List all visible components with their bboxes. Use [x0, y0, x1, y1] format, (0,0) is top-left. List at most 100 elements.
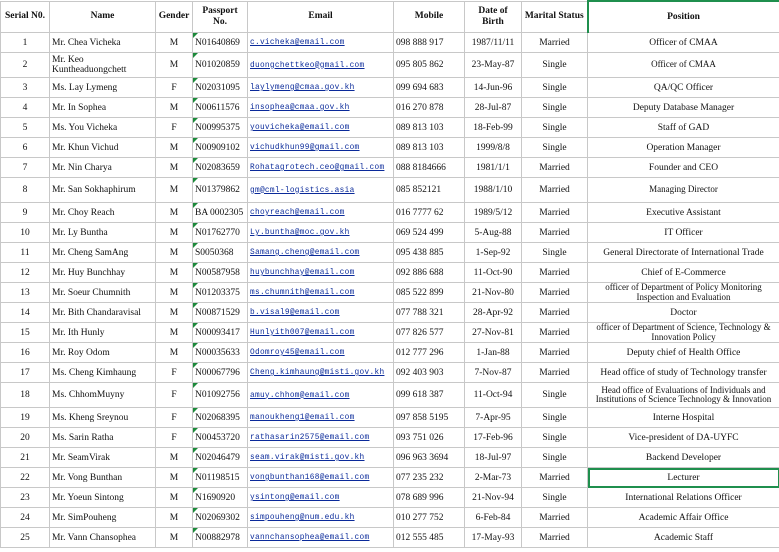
cell-gender[interactable]: M — [155, 52, 193, 78]
cell-name[interactable]: Mr. Nin Charya — [49, 157, 156, 178]
email-link[interactable]: b.visal9@email.com — [250, 309, 340, 317]
cell-mobile[interactable]: 095 438 885 — [393, 242, 465, 263]
cell-name[interactable]: Ms. You Vicheka — [49, 117, 156, 138]
cell-dob[interactable]: 1988/1/10 — [464, 177, 522, 203]
cell-gender[interactable]: F — [155, 427, 193, 448]
cell-gender[interactable]: M — [155, 262, 193, 283]
cell-marital[interactable]: Single — [521, 97, 588, 118]
cell-position[interactable]: International Relations Officer — [587, 487, 779, 508]
email-link[interactable]: Samang.cheng@email.com — [250, 249, 360, 257]
cell-serial[interactable]: 17 — [0, 362, 50, 383]
cell-position[interactable]: Operation Manager — [587, 137, 779, 158]
cell-name[interactable]: Mr. Ith Hunly — [49, 322, 156, 343]
cell-serial[interactable]: 7 — [0, 157, 50, 178]
cell-gender[interactable]: F — [155, 382, 193, 408]
cell-name[interactable]: Mr. Ly Buntha — [49, 222, 156, 243]
cell-gender[interactable]: M — [155, 527, 193, 548]
cell-marital[interactable]: Married — [521, 302, 588, 323]
cell-mobile[interactable]: 078 689 996 — [393, 487, 465, 508]
cell-dob[interactable]: 1989/5/12 — [464, 202, 522, 223]
cell-passport[interactable]: N01020859 — [192, 52, 248, 78]
cell-name[interactable]: Mr. Chea Vicheka — [49, 32, 156, 53]
cell-serial[interactable]: 10 — [0, 222, 50, 243]
cell-position[interactable]: Academic Staff — [587, 527, 779, 548]
cell-marital[interactable]: Single — [521, 77, 588, 98]
cell-email[interactable]: insophea@cmaa.gov.kh — [247, 97, 394, 118]
cell-marital[interactable]: Married — [521, 362, 588, 383]
cell-marital[interactable]: Single — [521, 407, 588, 428]
cell-dob[interactable]: 7-Nov-87 — [464, 362, 522, 383]
cell-email[interactable]: Hunlyith007@email.com — [247, 322, 394, 343]
cell-marital[interactable]: Single — [521, 427, 588, 448]
email-link[interactable]: simpouheng@num.edu.kh — [250, 514, 355, 522]
cell-position[interactable]: Staff of GAD — [587, 117, 779, 138]
cell-email[interactable]: ms.chumnith@email.com — [247, 282, 394, 303]
cell-passport[interactable]: N00067796 — [192, 362, 248, 383]
cell-serial[interactable]: 15 — [0, 322, 50, 343]
cell-gender[interactable]: M — [155, 137, 193, 158]
email-link[interactable]: choyreach@email.com — [250, 209, 345, 217]
cell-name[interactable]: Ms. Sarin Ratha — [49, 427, 156, 448]
cell-email[interactable]: b.visal9@email.com — [247, 302, 394, 323]
cell-serial[interactable]: 13 — [0, 282, 50, 303]
email-link[interactable]: laylymeng@cmaa.gov.kh — [250, 84, 355, 92]
cell-passport[interactable]: N00453720 — [192, 427, 248, 448]
cell-mobile[interactable]: 012 777 296 — [393, 342, 465, 363]
cell-gender[interactable]: M — [155, 342, 193, 363]
cell-dob[interactable]: 6-Feb-84 — [464, 507, 522, 528]
cell-serial[interactable]: 18 — [0, 382, 50, 408]
cell-gender[interactable]: M — [155, 32, 193, 53]
cell-mobile[interactable]: 012 555 485 — [393, 527, 465, 548]
cell-mobile[interactable]: 085 852121 — [393, 177, 465, 203]
cell-mobile[interactable]: 096 963 3694 — [393, 447, 465, 468]
header-mobile[interactable]: Mobile — [393, 0, 465, 33]
cell-name[interactable]: Mr. Vann Chansophea — [49, 527, 156, 548]
cell-position[interactable]: Academic Affair Office — [587, 507, 779, 528]
cell-passport[interactable]: N02069302 — [192, 507, 248, 528]
cell-dob[interactable]: 11-Oct-94 — [464, 382, 522, 408]
header-name[interactable]: Name — [49, 0, 156, 33]
cell-email[interactable]: youvicheka@email.com — [247, 117, 394, 138]
cell-mobile[interactable]: 092 886 688 — [393, 262, 465, 283]
cell-dob[interactable]: 1-Sep-92 — [464, 242, 522, 263]
cell-position[interactable]: General Directorate of International Tra… — [587, 242, 779, 263]
cell-name[interactable]: Ms. Cheng Kimhaung — [49, 362, 156, 383]
cell-dob[interactable]: 1981/1/1 — [464, 157, 522, 178]
cell-dob[interactable]: 23-May-87 — [464, 52, 522, 78]
cell-serial[interactable]: 9 — [0, 202, 50, 223]
cell-email[interactable]: duongchettkeo@gmail.com — [247, 52, 394, 78]
cell-marital[interactable]: Married — [521, 467, 588, 488]
email-link[interactable]: seam.virak@misti.gov.kh — [250, 454, 365, 462]
cell-serial[interactable]: 3 — [0, 77, 50, 98]
cell-dob[interactable]: 17-Feb-96 — [464, 427, 522, 448]
cell-dob[interactable]: 27-Nov-81 — [464, 322, 522, 343]
cell-dob[interactable]: 1-Jan-88 — [464, 342, 522, 363]
email-link[interactable]: gm@cml-logistics.asia — [250, 187, 355, 195]
cell-position[interactable]: Officer of CMAA — [587, 32, 779, 53]
cell-serial[interactable]: 19 — [0, 407, 50, 428]
cell-email[interactable]: laylymeng@cmaa.gov.kh — [247, 77, 394, 98]
cell-serial[interactable]: 21 — [0, 447, 50, 468]
cell-position[interactable]: Head office of study of Technology trans… — [587, 362, 779, 383]
cell-marital[interactable]: Married — [521, 177, 588, 203]
cell-passport[interactable]: N01198515 — [192, 467, 248, 488]
cell-email[interactable]: Ly.buntha@moc.gov.kh — [247, 222, 394, 243]
cell-name[interactable]: Mr. Choy Reach — [49, 202, 156, 223]
header-gender[interactable]: Gender — [155, 0, 193, 33]
cell-name[interactable]: Mr. Bith Chandaravisal — [49, 302, 156, 323]
cell-email[interactable]: gm@cml-logistics.asia — [247, 177, 394, 203]
cell-passport[interactable]: N00093417 — [192, 322, 248, 343]
cell-serial[interactable]: 8 — [0, 177, 50, 203]
cell-position[interactable]: Executive Assistant — [587, 202, 779, 223]
header-email[interactable]: Email — [247, 0, 394, 33]
email-link[interactable]: vichudkhun99@gmail.com — [250, 144, 360, 152]
header-position[interactable]: Position — [586, 0, 779, 33]
cell-gender[interactable]: M — [155, 157, 193, 178]
cell-position[interactable]: Backend Developer — [587, 447, 779, 468]
cell-gender[interactable]: M — [155, 302, 193, 323]
cell-gender[interactable]: F — [155, 117, 193, 138]
cell-passport[interactable]: N00871529 — [192, 302, 248, 323]
cell-marital[interactable]: Married — [521, 222, 588, 243]
cell-mobile[interactable]: 088 8184666 — [393, 157, 465, 178]
cell-name[interactable]: Mr. San Sokhaphirum — [49, 177, 156, 203]
